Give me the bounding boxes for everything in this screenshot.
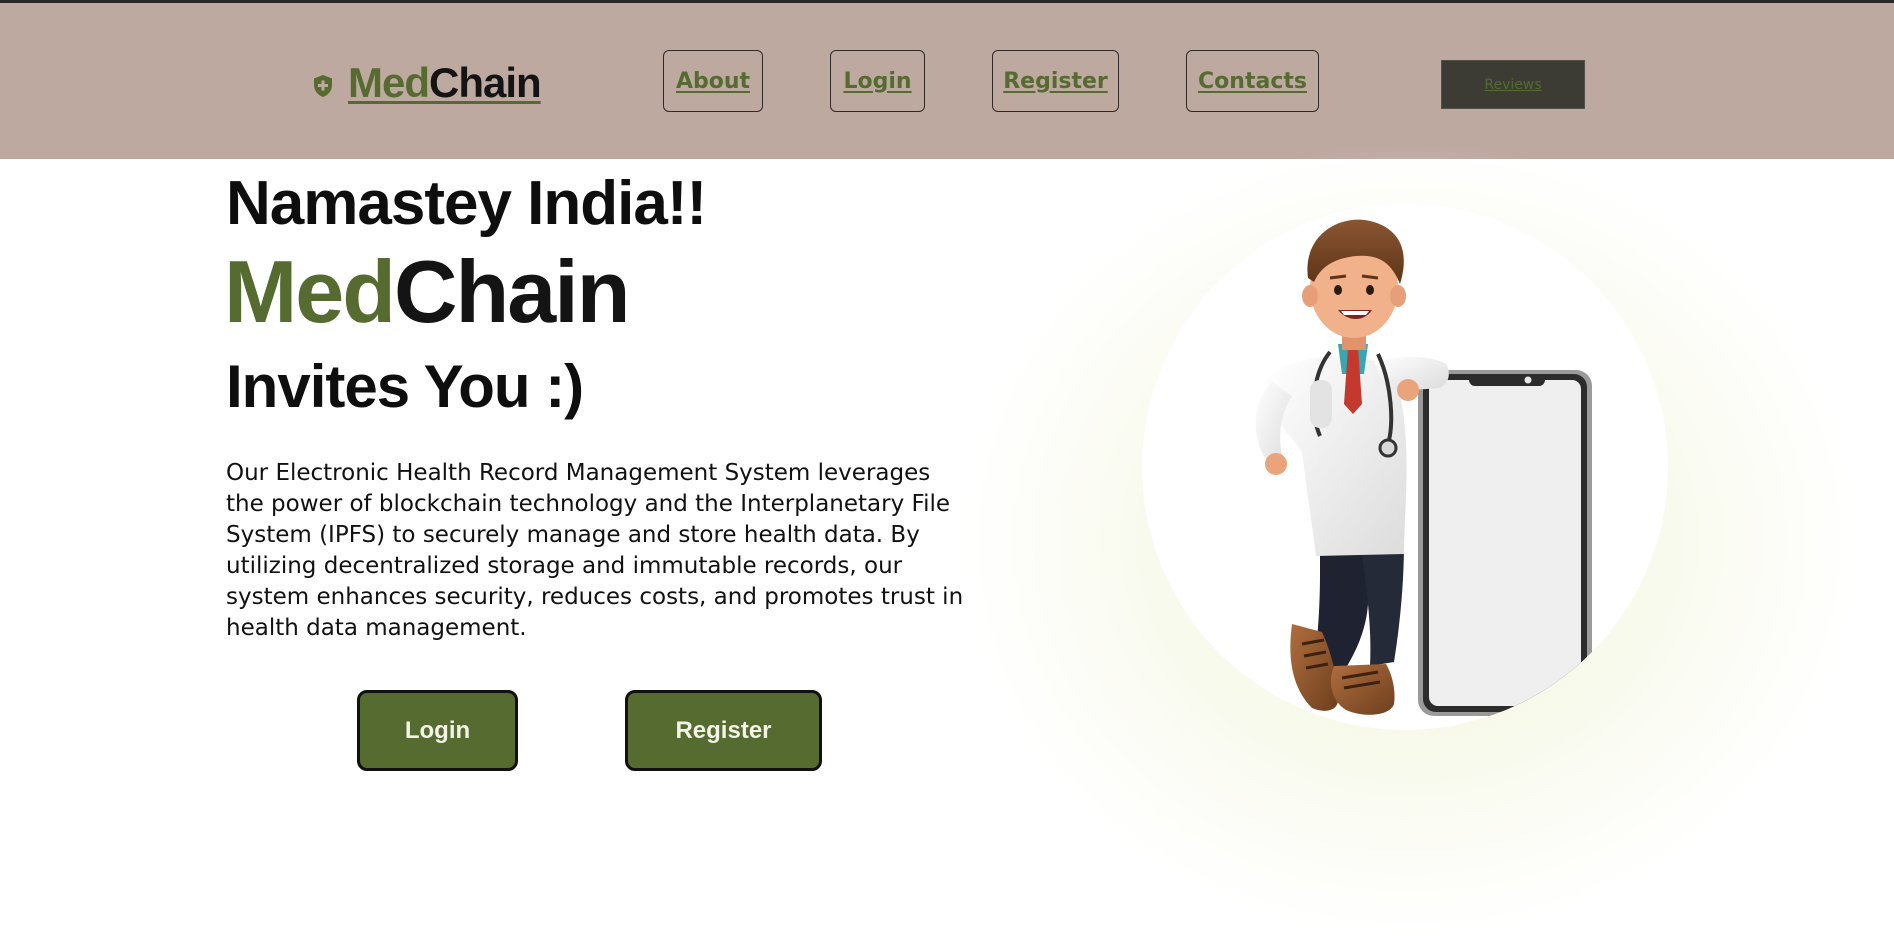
hero-image-circle <box>1142 204 1668 730</box>
logo-text-chain: Chain <box>429 59 542 106</box>
nav-register-link[interactable]: Register <box>992 50 1119 112</box>
nav-contacts-link[interactable]: Contacts <box>1186 50 1319 112</box>
logo-link[interactable]: MedChain <box>312 59 542 107</box>
site-header: MedChain About Login Register Contacts R… <box>0 3 1894 159</box>
nav-login-link[interactable]: Login <box>830 50 925 112</box>
hero-brand-med: Med <box>224 242 396 341</box>
doctor-with-phone-illustration <box>1255 219 1592 716</box>
phone-shape <box>1418 370 1592 716</box>
hero-brand-chain: Chain <box>394 242 630 341</box>
nav-about-link[interactable]: About <box>663 50 763 112</box>
logo-text-med: Med <box>348 59 430 106</box>
hero-tagline: Invites You :) <box>226 353 584 420</box>
shield-plus-icon <box>314 75 332 97</box>
logo-text: MedChain <box>348 59 542 107</box>
hero-login-button[interactable]: Login <box>357 690 518 771</box>
hero-register-button[interactable]: Register <box>625 690 822 771</box>
hero-greeting: Namastey India!! <box>226 169 707 238</box>
nav-reviews-button[interactable]: Reviews <box>1441 60 1585 109</box>
hero-description: Our Electronic Health Record Management … <box>226 460 964 641</box>
hero-brand-title: MedChain <box>224 248 630 336</box>
